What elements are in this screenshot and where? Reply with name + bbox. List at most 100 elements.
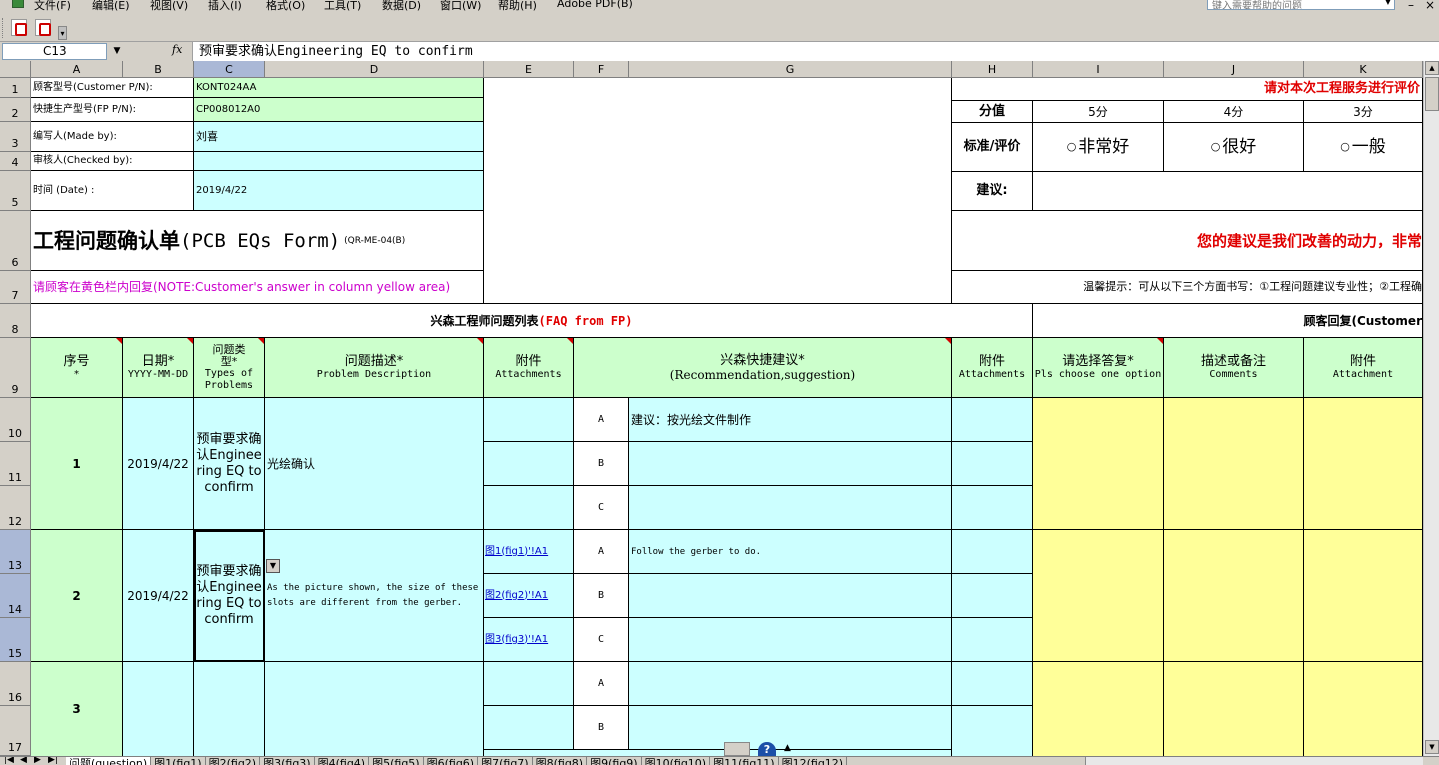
sheet-tab[interactable]: 图11(fig11) bbox=[710, 757, 779, 765]
item-1-attach-c[interactable] bbox=[484, 486, 574, 530]
row-header-3[interactable]: 3 bbox=[0, 122, 31, 152]
row-header-6[interactable]: 6 bbox=[0, 211, 31, 271]
toolbar-options-icon[interactable]: ▾ bbox=[58, 26, 67, 40]
horizontal-scrollbar[interactable] bbox=[1085, 757, 1423, 765]
sheet-tab[interactable]: 图9(fig9) bbox=[587, 757, 642, 765]
sheet-tab[interactable]: 图12(fig12) bbox=[778, 757, 848, 765]
row-header-4[interactable]: 4 bbox=[0, 152, 31, 171]
sheet-tab[interactable]: 图2(fig2) bbox=[205, 757, 261, 765]
item-3-attach-a[interactable] bbox=[484, 662, 574, 706]
item-3-date[interactable] bbox=[123, 662, 194, 756]
row-header-7[interactable]: 7 bbox=[0, 271, 31, 304]
menu-help[interactable]: 帮助(H) bbox=[498, 0, 537, 13]
next-sheet-icon[interactable]: ▶ bbox=[34, 757, 41, 765]
item-2-option-c-text[interactable] bbox=[629, 618, 952, 662]
comment-indicator[interactable] bbox=[567, 338, 573, 344]
row-header-5[interactable]: 5 bbox=[0, 171, 31, 211]
item-2-seq[interactable]: 2 bbox=[31, 530, 123, 662]
row-header-13[interactable]: 13 bbox=[0, 530, 31, 574]
item-2-option-a-text[interactable]: Follow the gerber to do. bbox=[629, 530, 952, 574]
item-1-fp-attach-b[interactable] bbox=[952, 442, 1033, 486]
help-search-input[interactable]: 键入需要帮助的问题 ▼ bbox=[1207, 0, 1395, 10]
prev-sheet-icon[interactable]: ◀ bbox=[20, 757, 27, 765]
date-value[interactable]: 2019/4/22 bbox=[194, 171, 484, 211]
convert-and-email-pdf-icon[interactable] bbox=[35, 19, 51, 36]
item-2-link-fig2[interactable]: 图2(fig2)'!A1 bbox=[485, 590, 548, 602]
item-1-attach-a[interactable] bbox=[484, 398, 574, 442]
last-sheet-icon[interactable]: ▶| bbox=[48, 757, 58, 765]
row-header-15[interactable]: 15 bbox=[0, 618, 31, 662]
item-1-comments[interactable] bbox=[1164, 398, 1304, 530]
sheet-tab[interactable]: 图7(fig7) bbox=[478, 757, 533, 765]
item-2-link-fig3[interactable]: 图3(fig3)'!A1 bbox=[485, 634, 548, 646]
item-3-fp-attach-a[interactable] bbox=[952, 662, 1033, 706]
comment-indicator[interactable] bbox=[116, 338, 122, 344]
rating-option-very-good[interactable]: ○ 非常好 bbox=[1033, 123, 1164, 172]
radio-icon[interactable]: ○ bbox=[1340, 141, 1350, 153]
vertical-scrollbar[interactable]: ▲ ▼ bbox=[1423, 61, 1439, 756]
item-1-desc[interactable]: 光绘确认 bbox=[265, 398, 484, 530]
col-header-h[interactable]: H bbox=[952, 61, 1033, 78]
scroll-up-icon[interactable]: ▲ bbox=[1425, 61, 1439, 75]
comment-indicator[interactable] bbox=[258, 338, 264, 344]
sheet-tab[interactable]: 问题(question) bbox=[66, 757, 152, 765]
rating-option-good[interactable]: ○ 很好 bbox=[1164, 123, 1304, 172]
sheet-tab[interactable]: 图5(fig5) bbox=[369, 757, 424, 765]
item-2-fp-attach-c[interactable] bbox=[952, 618, 1033, 662]
close-icon[interactable]: × bbox=[1425, 0, 1435, 12]
item-1-option-c-text[interactable] bbox=[629, 486, 952, 530]
row-header-10[interactable]: 10 bbox=[0, 398, 31, 442]
sheet-tab[interactable]: 图6(fig6) bbox=[423, 757, 479, 765]
item-1-fp-attach-a[interactable] bbox=[952, 398, 1033, 442]
toolbar-grip[interactable] bbox=[2, 18, 5, 38]
scroll-thumb[interactable] bbox=[1425, 77, 1439, 111]
item-1-option-b-text[interactable] bbox=[629, 442, 952, 486]
menu-data[interactable]: 数据(D) bbox=[382, 0, 421, 13]
menu-edit[interactable]: 编辑(E) bbox=[92, 0, 130, 13]
checked-by-value[interactable] bbox=[194, 152, 484, 171]
customer-pn-value[interactable]: KONT024AA bbox=[194, 78, 484, 98]
col-header-b[interactable]: B bbox=[123, 61, 194, 78]
col-header-j[interactable]: J bbox=[1164, 61, 1304, 78]
col-header-e[interactable]: E bbox=[484, 61, 574, 78]
comment-indicator[interactable] bbox=[1157, 338, 1163, 344]
help-icon[interactable]: ? bbox=[758, 742, 776, 756]
sheet-tab[interactable]: 图4(fig4) bbox=[314, 757, 370, 765]
row-header-2[interactable]: 2 bbox=[0, 98, 31, 122]
minimize-icon[interactable]: – bbox=[1408, 0, 1414, 12]
fp-pn-value[interactable]: CP008012A0 bbox=[194, 98, 484, 122]
col-header-a[interactable]: A bbox=[31, 61, 123, 78]
menu-file[interactable]: 文件(F) bbox=[34, 0, 71, 13]
item-3-desc[interactable] bbox=[265, 662, 484, 756]
menu-window[interactable]: 窗口(W) bbox=[440, 0, 481, 13]
item-3-option-a-text[interactable] bbox=[629, 662, 952, 706]
col-header-g[interactable]: G bbox=[629, 61, 952, 78]
item-3-comments[interactable] bbox=[1164, 662, 1304, 756]
sheet-tab[interactable]: 图1(fig1) bbox=[151, 757, 206, 765]
item-2-option-b-text[interactable] bbox=[629, 574, 952, 618]
menu-format[interactable]: 格式(O) bbox=[266, 0, 305, 13]
menu-insert[interactable]: 插入(I) bbox=[208, 0, 242, 13]
convert-to-pdf-icon[interactable] bbox=[11, 19, 27, 36]
item-1-fp-attach-c[interactable] bbox=[952, 486, 1033, 530]
item-2-attach-c[interactable]: 图3(fig3)'!A1 bbox=[484, 618, 574, 662]
col-header-i[interactable]: I bbox=[1033, 61, 1164, 78]
item-1-answer[interactable] bbox=[1033, 398, 1164, 530]
item-2-fp-attach-a[interactable] bbox=[952, 530, 1033, 574]
item-1-attach-b[interactable] bbox=[484, 442, 574, 486]
item-2-date[interactable]: 2019/4/22 bbox=[123, 530, 194, 662]
row-header-8[interactable]: 8 bbox=[0, 304, 31, 338]
suggestion-input[interactable] bbox=[1033, 172, 1423, 211]
item-2-type-selected-cell[interactable]: 预审要求确认Engineering EQ to confirm bbox=[194, 530, 265, 662]
select-all-corner[interactable] bbox=[0, 61, 31, 78]
item-2-comments[interactable] bbox=[1164, 530, 1304, 662]
menu-tools[interactable]: 工具(T) bbox=[324, 0, 361, 13]
more-options-icon[interactable]: ▲ bbox=[784, 743, 791, 753]
item-2-attach-b[interactable]: 图2(fig2)'!A1 bbox=[484, 574, 574, 618]
col-header-d[interactable]: D bbox=[265, 61, 484, 78]
item-1-type[interactable]: 预审要求确认Engineering EQ to confirm bbox=[194, 398, 265, 530]
cell-dropdown-icon[interactable]: ▼ bbox=[266, 559, 280, 573]
comment-indicator[interactable] bbox=[477, 338, 483, 344]
row-header-14[interactable]: 14 bbox=[0, 574, 31, 618]
item-3-type[interactable] bbox=[194, 662, 265, 756]
